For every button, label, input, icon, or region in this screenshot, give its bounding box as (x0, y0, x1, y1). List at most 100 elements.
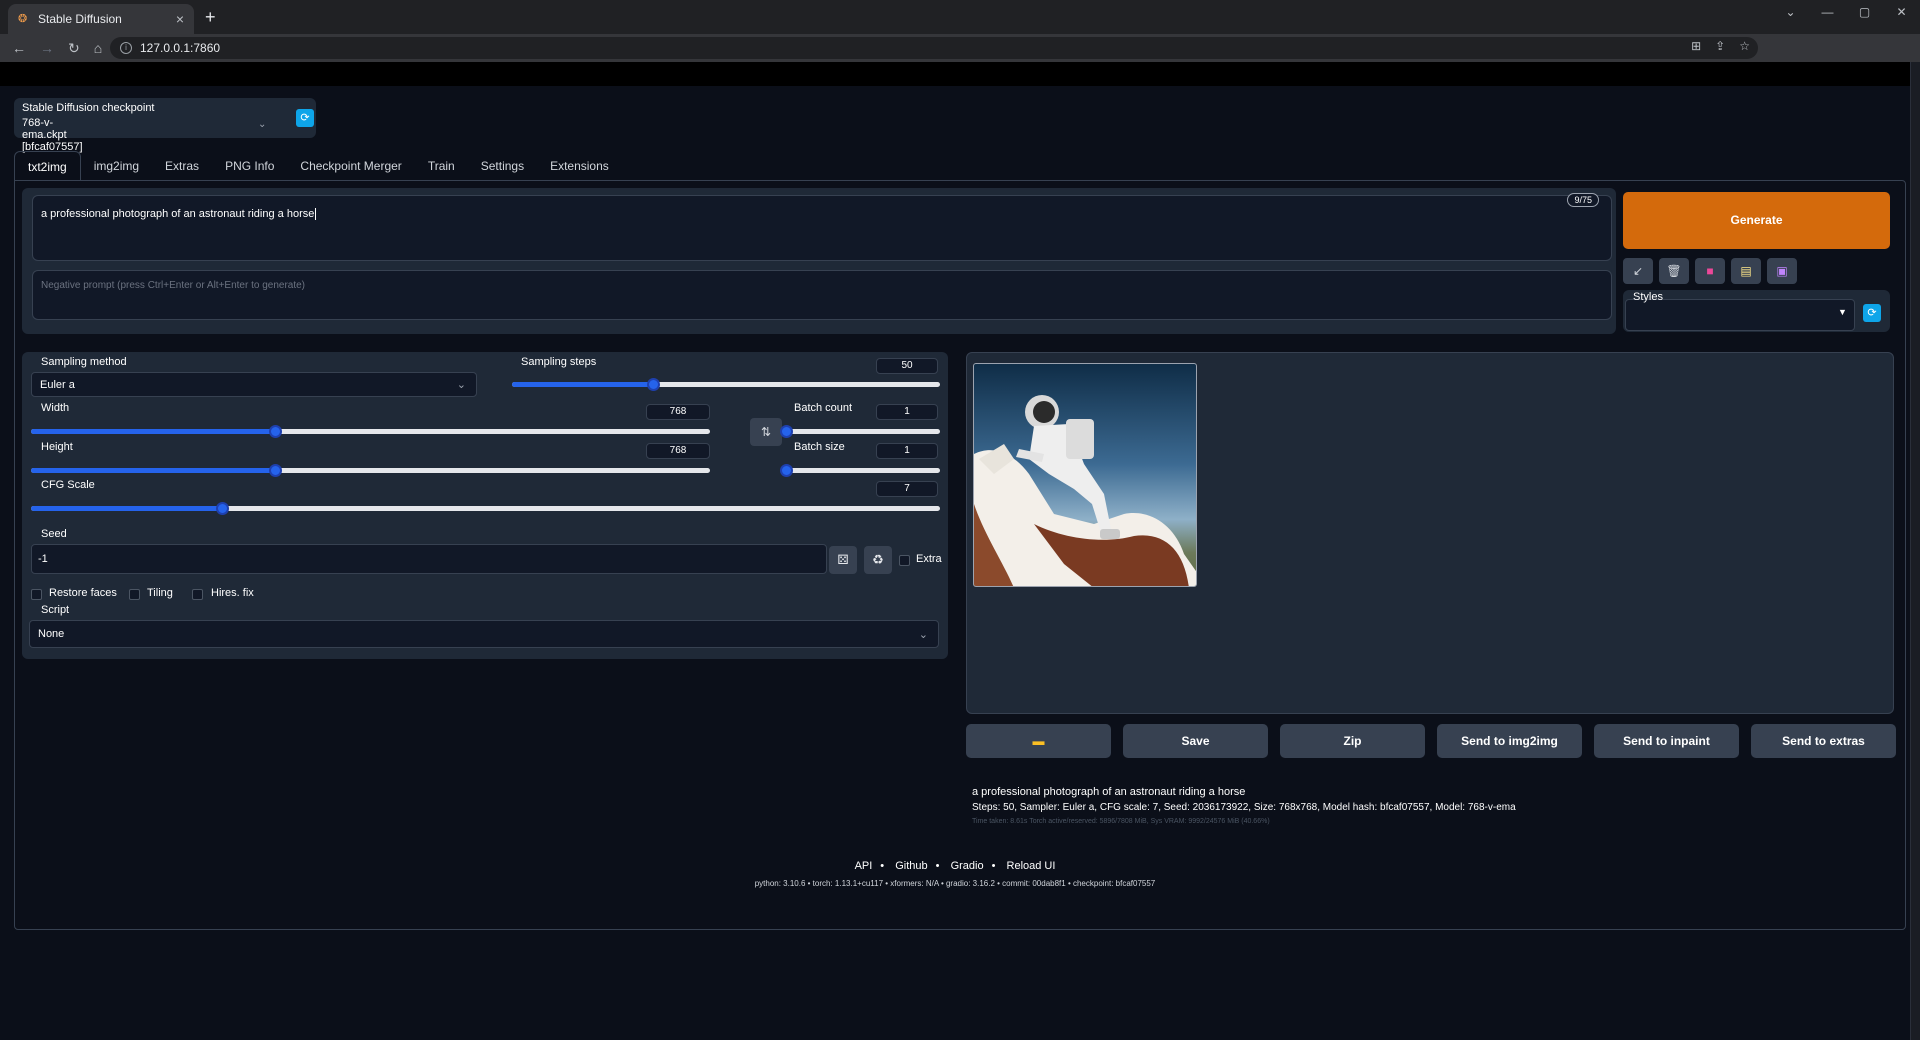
slider-handle[interactable] (780, 464, 793, 477)
tab-checkpoint-merger[interactable]: Checkpoint Merger (287, 151, 414, 181)
cfg-scale-slider[interactable] (31, 502, 940, 515)
batch-size-input[interactable]: 1 (876, 443, 938, 459)
save-style-icon[interactable]: ▣ (1767, 258, 1797, 284)
slider-handle[interactable] (647, 378, 661, 391)
share-icon[interactable]: ⇪ (1715, 39, 1725, 53)
main-tabs: txt2img img2img Extras PNG Info Checkpoi… (14, 151, 622, 181)
output-prompt-text: a professional photograph of an astronau… (972, 786, 1246, 798)
batch-size-label: Batch size (794, 441, 845, 453)
tab-png-info[interactable]: PNG Info (212, 151, 287, 181)
footer-link-reload-ui[interactable]: Reload UI (1007, 860, 1056, 872)
tab-extras[interactable]: Extras (152, 151, 212, 181)
open-folder-button[interactable]: ▬ (966, 724, 1111, 758)
sampling-method-dropdown[interactable]: Euler a ⌄ (31, 372, 477, 397)
refresh-checkpoint-icon[interactable]: ⟳ (296, 109, 314, 127)
zip-button[interactable]: Zip (1280, 724, 1425, 758)
styles-dropdown-arrow-icon: ▼ (1838, 307, 1847, 317)
slider-fill (31, 429, 276, 434)
script-label: Script (41, 604, 70, 616)
send-to-img2img-button[interactable]: Send to img2img (1437, 724, 1582, 758)
forward-icon[interactable]: → (40, 40, 54, 57)
page-scrollbar[interactable] (1910, 62, 1920, 1040)
slider-handle[interactable] (780, 425, 793, 438)
styles-selector[interactable]: Styles ▼ ⟳ (1623, 290, 1890, 332)
clipboard-icon[interactable]: ▤ (1731, 258, 1761, 284)
read-params-icon[interactable]: ↙ (1623, 258, 1653, 284)
restore-faces-checkbox[interactable] (31, 589, 42, 600)
maximize-icon[interactable]: ▢ (1846, 0, 1883, 24)
height-slider[interactable] (31, 464, 710, 477)
random-seed-dice-icon[interactable]: ⚄ (829, 546, 857, 574)
script-dropdown[interactable]: None ⌄ (29, 620, 939, 648)
translate-icon[interactable]: ⊞ (1691, 39, 1701, 53)
cfg-scale-label: CFG Scale (41, 479, 95, 491)
checkpoint-value: 768-v-ema.ckpt [bfcaf07557] (22, 117, 83, 153)
close-tab-icon[interactable]: × (176, 11, 184, 27)
tab-img2img[interactable]: img2img (81, 151, 152, 181)
checkpoint-selector[interactable]: Stable Diffusion checkpoint 768-v-ema.ck… (14, 98, 316, 153)
site-info-icon[interactable]: i (120, 42, 132, 54)
generation-settings-panel: Sampling method Euler a ⌄ Sampling steps… (22, 352, 948, 659)
cfg-scale-input[interactable]: 7 (876, 481, 938, 497)
reuse-seed-recycle-icon[interactable]: ♻ (864, 546, 892, 574)
tab-txt2img[interactable]: txt2img (14, 151, 81, 181)
sampling-steps-input[interactable]: 50 (876, 358, 938, 374)
width-slider[interactable] (31, 425, 710, 438)
height-input[interactable]: 768 (646, 443, 710, 459)
swap-dimensions-button[interactable]: ⇅ (750, 418, 782, 446)
slider-handle[interactable] (269, 425, 283, 438)
footer-link-gradio[interactable]: Gradio (951, 860, 984, 872)
prompt-input[interactable]: a professional photograph of an astronau… (32, 193, 1612, 261)
extra-seed-checkbox[interactable] (899, 555, 910, 566)
slider-handle[interactable] (269, 464, 283, 477)
browser-tab[interactable]: ❂ Stable Diffusion × (8, 4, 194, 34)
generated-image[interactable] (973, 363, 1197, 587)
refresh-styles-icon[interactable]: ⟳ (1863, 304, 1881, 322)
reload-icon[interactable]: ↻ (68, 40, 80, 57)
sampling-method-value: Euler a (40, 378, 75, 391)
sampling-steps-slider[interactable] (512, 378, 940, 391)
send-to-inpaint-button[interactable]: Send to inpaint (1594, 724, 1739, 758)
browser-tab-bar: ❂ Stable Diffusion × + ⌄ — ▢ ✕ (0, 0, 1920, 34)
batch-count-slider[interactable] (780, 425, 940, 438)
save-button[interactable]: Save (1123, 724, 1268, 758)
minimize-icon[interactable]: — (1809, 0, 1846, 24)
new-tab-button[interactable]: + (205, 7, 216, 28)
bookmark-star-icon[interactable]: ☆ (1739, 39, 1750, 53)
slider-handle[interactable] (215, 502, 229, 515)
seed-value: -1 (38, 553, 48, 565)
folder-icon: ▬ (1032, 734, 1045, 748)
tab-train[interactable]: Train (415, 151, 468, 181)
extra-networks-icon[interactable]: ■ (1695, 258, 1725, 284)
hires-fix-label: Hires. fix (211, 587, 254, 599)
home-icon[interactable]: ⌂ (94, 40, 102, 57)
footer-link-github[interactable]: Github (895, 860, 927, 872)
tiling-checkbox[interactable] (129, 589, 140, 600)
trash-icon[interactable]: 🗑 (1659, 258, 1689, 284)
generate-button[interactable]: Generate (1623, 192, 1890, 249)
width-input[interactable]: 768 (646, 404, 710, 420)
footer: API • Github • Gradio • Reload UI python: 3… (0, 860, 1910, 888)
chevron-down-icon: ⌄ (456, 379, 466, 391)
footer-links: API • Github • Gradio • Reload UI (854, 860, 1056, 872)
seed-input[interactable]: -1 (31, 544, 827, 574)
output-gallery (966, 352, 1894, 714)
tab-settings[interactable]: Settings (468, 151, 537, 181)
tab-extensions[interactable]: Extensions (537, 151, 622, 181)
tiling-label: Tiling (147, 587, 173, 599)
output-time-text: Time taken: 8.61s Torch active/reserved:… (972, 818, 1270, 825)
url-field[interactable]: i 127.0.0.1:7860 ⊞ ⇪ ☆ (110, 37, 1758, 59)
slider-fill (512, 382, 654, 387)
back-icon[interactable]: ← (12, 40, 26, 57)
send-to-extras-button[interactable]: Send to extras (1751, 724, 1896, 758)
close-window-icon[interactable]: ✕ (1883, 0, 1920, 24)
batch-size-slider[interactable] (780, 464, 940, 477)
hires-fix-checkbox[interactable] (192, 589, 203, 600)
styles-dropdown[interactable] (1625, 299, 1855, 331)
output-params-text: Steps: 50, Sampler: Euler a, CFG scale: … (972, 802, 1516, 813)
output-actions: ▬ Save Zip Send to img2img Send to inpai… (966, 724, 1896, 758)
batch-count-input[interactable]: 1 (876, 404, 938, 420)
negative-prompt-input[interactable]: Negative prompt (press Ctrl+Enter or Alt… (32, 270, 1612, 320)
footer-link-api[interactable]: API (855, 860, 873, 872)
tab-search-icon[interactable]: ⌄ (1772, 0, 1809, 24)
